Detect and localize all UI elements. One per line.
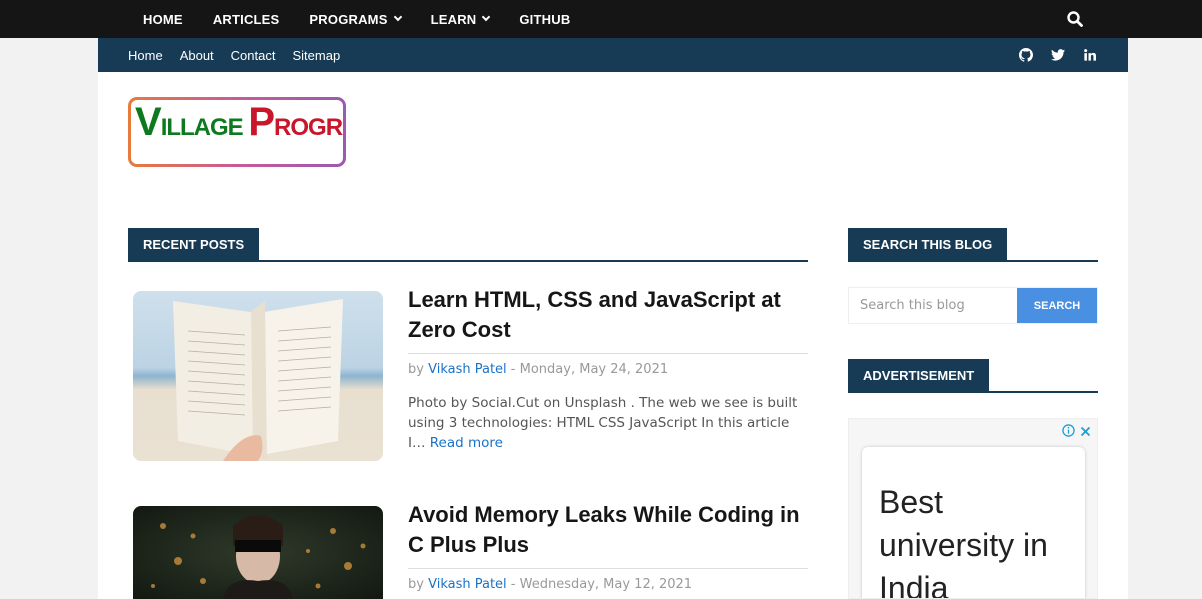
- subnav-contact[interactable]: Contact: [231, 48, 276, 63]
- post-thumbnail[interactable]: [133, 506, 383, 599]
- nav-github-label: GITHUB: [519, 11, 571, 27]
- post-thumbnail[interactable]: [133, 291, 383, 461]
- read-more-link[interactable]: Read more: [430, 435, 503, 451]
- logo-wordmark: VILLAGE PROGRAMMER: [135, 100, 343, 144]
- site-logo[interactable]: VILLAGE PROGRAMMER: [128, 97, 346, 167]
- nav-articles-label: ARTICLES: [212, 11, 280, 27]
- post-date: Wednesday, May 12, 2021: [519, 577, 693, 592]
- nav-github[interactable]: GITHUB: [519, 12, 570, 27]
- close-icon[interactable]: [1080, 422, 1091, 441]
- post-author[interactable]: Vikash Patel: [428, 577, 507, 592]
- nav-programs[interactable]: PROGRAMS: [309, 11, 402, 27]
- meta-separator: -: [510, 362, 516, 377]
- recent-posts-header: RECENT POSTS: [128, 228, 808, 262]
- top-navbar: HOME ARTICLES PROGRAMS LEARN GITHUB: [0, 0, 1202, 38]
- nav-learn[interactable]: LEARN: [430, 11, 491, 27]
- twitter-icon[interactable]: [1050, 47, 1066, 63]
- nav-home-label: HOME: [143, 11, 183, 27]
- meta-separator: -: [510, 577, 516, 592]
- linkedin-icon[interactable]: [1082, 47, 1098, 63]
- divider: [408, 353, 808, 354]
- search-blog-header: SEARCH THIS BLOG: [848, 228, 1098, 262]
- subnav-about[interactable]: About: [180, 48, 214, 63]
- advertisement-title: ADVERTISEMENT: [848, 359, 990, 391]
- nav-learn-label: LEARN: [430, 11, 477, 27]
- recent-posts-title: RECENT POSTS: [128, 228, 260, 260]
- post-meta: by Vikash Patel - Monday, May 24, 2021: [408, 362, 668, 377]
- subnav-sitemap[interactable]: Sitemap: [292, 48, 340, 63]
- chevron-down-icon: [393, 12, 402, 22]
- nav-home[interactable]: HOME: [143, 12, 183, 27]
- by-label: by: [408, 362, 424, 377]
- ad-controls: [1062, 422, 1091, 441]
- nav-articles[interactable]: ARTICLES: [213, 12, 280, 27]
- secondary-navbar: Home About Contact Sitemap: [98, 38, 1128, 72]
- secondary-nav-menu: Home About Contact Sitemap: [128, 38, 357, 72]
- post-meta: by Vikash Patel - Wednesday, May 12, 202…: [408, 577, 692, 592]
- search-icon[interactable]: [1066, 10, 1084, 28]
- post-title[interactable]: Learn HTML, CSS and JavaScript at Zero C…: [408, 285, 808, 345]
- subnav-home[interactable]: Home: [128, 48, 163, 63]
- post-title[interactable]: Avoid Memory Leaks While Coding in C Plu…: [408, 500, 808, 560]
- divider: [408, 568, 808, 569]
- github-icon[interactable]: [1018, 47, 1034, 63]
- page-container: Home About Contact Sitemap VILLAGE PROGR…: [98, 38, 1128, 599]
- advertisement-header: ADVERTISEMENT: [848, 359, 1098, 393]
- post-date: Monday, May 24, 2021: [519, 362, 669, 377]
- search-blog-title: SEARCH THIS BLOG: [848, 228, 1008, 260]
- post-author[interactable]: Vikash Patel: [428, 362, 507, 377]
- ad-container[interactable]: Best university in India: [848, 418, 1098, 599]
- chevron-down-icon: [482, 12, 491, 22]
- ad-card[interactable]: Best university in India: [862, 447, 1085, 599]
- ad-info-icon[interactable]: [1062, 422, 1075, 441]
- top-nav-menu: HOME ARTICLES PROGRAMS LEARN GITHUB: [128, 0, 600, 38]
- nav-programs-label: PROGRAMS: [309, 11, 388, 27]
- ad-headline: Best university in India: [879, 484, 1048, 599]
- blog-search-form: SEARCH: [848, 287, 1098, 324]
- search-button[interactable]: SEARCH: [1017, 288, 1097, 323]
- social-links: [1002, 47, 1098, 63]
- post-excerpt: Photo by Social.Cut on Unsplash . The we…: [408, 393, 808, 453]
- by-label: by: [408, 577, 424, 592]
- search-input[interactable]: [849, 288, 1017, 323]
